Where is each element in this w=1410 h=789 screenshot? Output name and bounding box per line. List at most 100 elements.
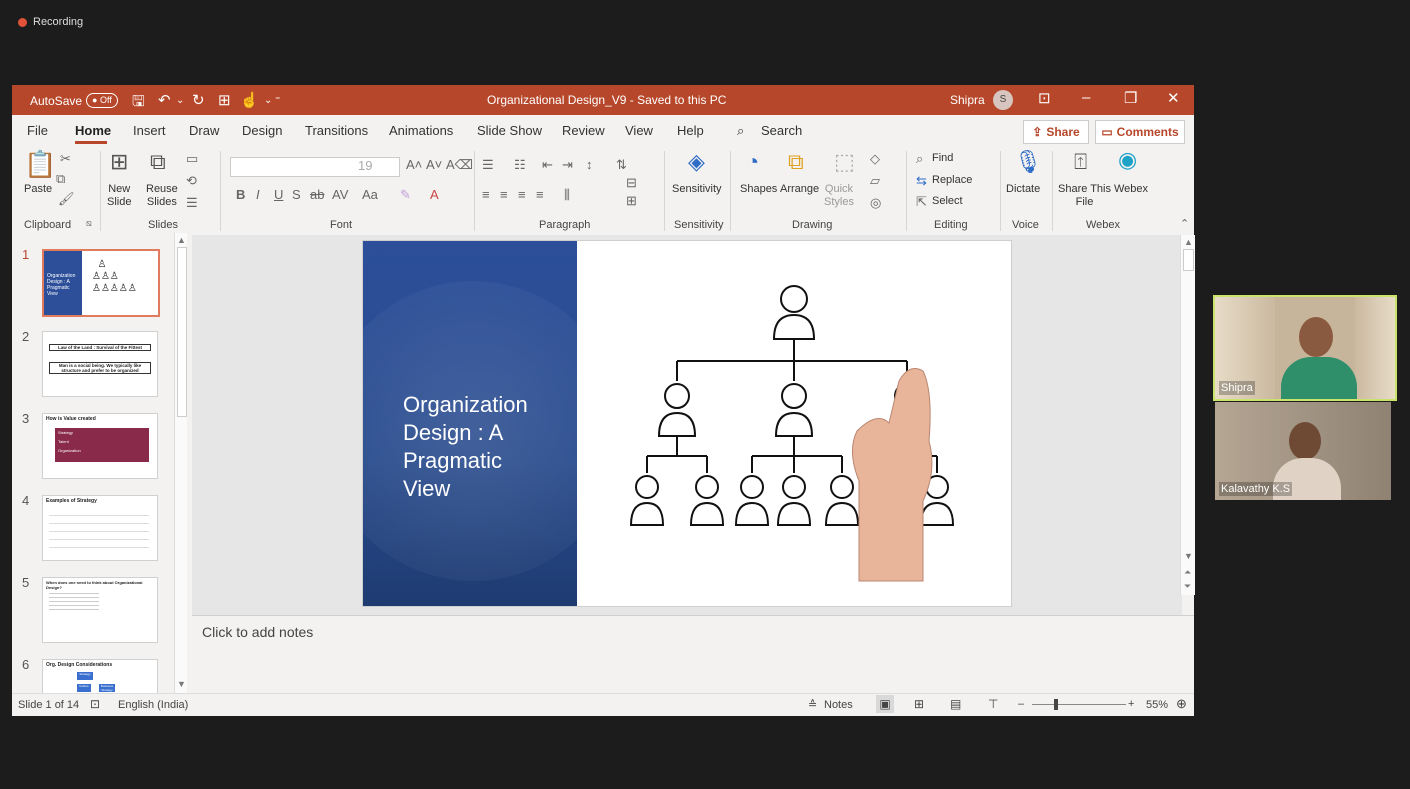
microphone-icon[interactable]: 🎙: [1014, 149, 1042, 175]
reuse-slides-icon[interactable]: ⧉: [150, 149, 166, 175]
scroll-up-icon[interactable]: ▲: [1184, 237, 1193, 247]
next-slide-icon[interactable]: ⏷: [1184, 581, 1191, 592]
layout-icon[interactable]: ▭: [186, 151, 198, 167]
slide-title[interactable]: Organization Design : A Pragmatic View: [403, 391, 563, 503]
comments-button[interactable]: ▭ Comments: [1095, 120, 1185, 144]
numbering-icon[interactable]: ☷: [514, 157, 526, 173]
tab-insert[interactable]: Insert: [133, 123, 166, 138]
new-slide-icon[interactable]: ⊞: [110, 149, 128, 175]
decrease-indent-icon[interactable]: ⇤: [542, 157, 553, 173]
notes-icon[interactable]: ≙: [808, 698, 817, 711]
columns-icon[interactable]: ⫼: [564, 187, 570, 203]
select-icon[interactable]: ⇱: [916, 194, 927, 210]
tab-file[interactable]: File: [27, 123, 48, 138]
collapse-ribbon-icon[interactable]: ⌃: [1180, 217, 1189, 230]
user-avatar[interactable]: S: [993, 90, 1013, 110]
clipboard-launcher-icon[interactable]: ⧅: [86, 218, 92, 229]
previous-slide-icon[interactable]: ⏶: [1184, 567, 1191, 578]
replace-button[interactable]: Replace: [932, 174, 972, 187]
justify-icon[interactable]: ≡: [536, 187, 544, 202]
align-center-icon[interactable]: ≡: [500, 187, 508, 202]
zoom-out-icon[interactable]: –: [1018, 698, 1024, 710]
format-painter-icon[interactable]: 🖌: [58, 191, 75, 207]
bullets-icon[interactable]: ☰: [482, 157, 494, 173]
shapes-icon[interactable]: ◔: [746, 149, 759, 175]
paste-icon[interactable]: 📋: [24, 149, 56, 180]
webex-icon[interactable]: ◉: [1118, 147, 1137, 173]
shadow-icon[interactable]: S: [292, 187, 301, 202]
bold-icon[interactable]: B: [236, 187, 245, 202]
undo-icon[interactable]: ↶: [158, 91, 171, 109]
cut-icon[interactable]: ✂: [60, 151, 71, 167]
copy-icon[interactable]: ⧉: [56, 171, 65, 187]
align-left-icon[interactable]: ≡: [482, 187, 490, 202]
thumbnail-slide-2[interactable]: Law of the Land : Survival of the Fittes…: [42, 331, 158, 397]
strikethrough-icon[interactable]: ab: [310, 187, 324, 202]
thumbnail-slide-1[interactable]: Organization Design : A Pragmatic View ♙…: [42, 249, 160, 317]
thumbnail-scrollbar[interactable]: ▲ ▼: [174, 233, 187, 693]
shape-outline-icon[interactable]: ▱: [870, 173, 880, 189]
autosave-switch[interactable]: ● Off: [86, 93, 118, 108]
scroll-thumb[interactable]: [177, 247, 187, 417]
font-name-box[interactable]: [230, 157, 400, 177]
thumbnail-slide-4[interactable]: Examples of Strategy: [42, 495, 158, 561]
align-right-icon[interactable]: ≡: [518, 187, 526, 202]
shapes-button[interactable]: Shapes: [740, 183, 777, 196]
thumbnail-slide-6[interactable]: Org. Design Considerations Strategy Cult…: [42, 659, 158, 695]
reuse-slides-button[interactable]: Reuse Slides: [146, 183, 178, 209]
decrease-font-icon[interactable]: A˅: [426, 157, 442, 172]
search-box[interactable]: Search: [761, 123, 802, 138]
zoom-level[interactable]: 55%: [1146, 699, 1168, 711]
dictate-button[interactable]: Dictate: [1006, 183, 1040, 196]
redo-icon[interactable]: ↻: [192, 91, 205, 109]
save-icon[interactable]: 🖫: [132, 91, 145, 116]
smartart-icon[interactable]: ⊞: [626, 193, 637, 209]
zoom-slider[interactable]: [1032, 704, 1126, 705]
underline-icon[interactable]: U: [274, 187, 283, 202]
find-icon[interactable]: ⌕: [916, 151, 923, 167]
share-file-icon[interactable]: ⍐: [1074, 149, 1087, 175]
highlight-icon[interactable]: ✎: [400, 187, 411, 203]
select-button[interactable]: Select: [932, 195, 963, 208]
arrange-icon[interactable]: ⧉: [788, 149, 804, 175]
zoom-slider-thumb[interactable]: [1054, 699, 1058, 710]
find-button[interactable]: Find: [932, 152, 953, 165]
shape-fill-icon[interactable]: ◇: [870, 151, 880, 167]
clear-format-icon[interactable]: A⌫: [446, 157, 473, 173]
video-tile-kalavathy[interactable]: Kalavathy K.S: [1215, 402, 1391, 500]
tab-design[interactable]: Design: [242, 123, 282, 138]
align-text-icon[interactable]: ⊟: [626, 175, 637, 191]
slideshow-icon[interactable]: ⊤: [988, 697, 998, 711]
tab-draw[interactable]: Draw: [189, 123, 219, 138]
new-slide-button[interactable]: New Slide: [107, 183, 131, 209]
search-icon[interactable]: ⌕: [737, 123, 744, 139]
ribbon-display-icon[interactable]: ⊡: [1038, 89, 1051, 107]
fit-to-window-icon[interactable]: ⊕: [1176, 696, 1187, 712]
webex-button[interactable]: Webex: [1114, 183, 1148, 196]
scroll-up-icon[interactable]: ▲: [177, 235, 186, 245]
tab-animations[interactable]: Animations: [389, 123, 453, 138]
change-case-icon[interactable]: Aa: [362, 187, 378, 202]
video-tile-shipra[interactable]: Shipra: [1213, 295, 1397, 401]
tab-review[interactable]: Review: [562, 123, 605, 138]
language-indicator[interactable]: English (India): [118, 699, 188, 711]
reset-icon[interactable]: ⟲: [186, 173, 197, 189]
close-icon[interactable]: ✕: [1167, 89, 1180, 107]
arrange-button[interactable]: Arrange: [780, 183, 819, 196]
font-color-icon[interactable]: A: [430, 187, 439, 202]
thumbnail-slide-5[interactable]: When does one need to think about Organi…: [42, 577, 158, 643]
quick-styles-button[interactable]: Quick Styles: [824, 183, 854, 209]
tab-view[interactable]: View: [625, 123, 653, 138]
font-size-box[interactable]: 19: [358, 158, 372, 173]
autosave-toggle[interactable]: AutoSave ● Off: [30, 93, 118, 108]
slide-sorter-icon[interactable]: ⊞: [914, 697, 924, 711]
customize-qat-icon[interactable]: ⌄ ⁼: [264, 95, 280, 106]
tab-home[interactable]: Home: [75, 123, 111, 138]
zoom-in-icon[interactable]: +: [1128, 698, 1134, 710]
line-spacing-icon[interactable]: ↕: [586, 157, 593, 172]
scroll-thumb[interactable]: [1183, 249, 1194, 271]
share-this-file-button[interactable]: Share This File: [1058, 183, 1111, 209]
section-icon[interactable]: ☰: [186, 195, 198, 211]
share-button[interactable]: ⇪ Share: [1023, 120, 1089, 144]
shape-effects-icon[interactable]: ◎: [870, 195, 881, 211]
